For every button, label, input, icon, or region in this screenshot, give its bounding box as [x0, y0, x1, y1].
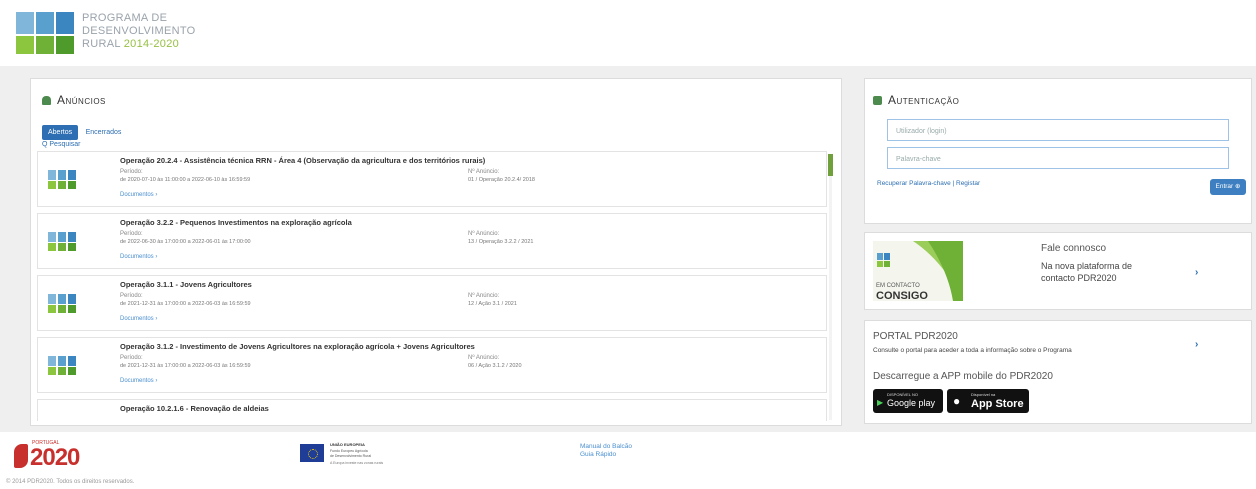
contact-caption-1: EM CONTACTO [876, 283, 920, 289]
google-play-label: Google play [887, 398, 936, 408]
tab-closed[interactable]: Encerrados [83, 125, 125, 140]
contact-image: EM CONTACTO CONSIGO [873, 241, 963, 302]
contact-title: Fale connosco [1041, 243, 1107, 254]
list-item[interactable]: Operação 3.2.2 - Pequenos Investimentos … [37, 213, 827, 269]
number-label: Nº Anúncio: [468, 355, 500, 361]
eu-flag-icon [300, 444, 324, 462]
apple-icon: ● [953, 394, 961, 408]
authentication-title-text: Autenticação [888, 93, 960, 107]
google-play-button[interactable]: ▶ DISPONÍVEL NO Google play [873, 389, 943, 413]
documents-link[interactable]: Documentos › [120, 378, 157, 384]
announcements-panel: Anúncios Abertos Encerrados Q Pesquisar … [30, 78, 842, 426]
portal-title[interactable]: PORTAL PDR2020 [873, 331, 958, 342]
copyright-text: © 2014 PDR2020. Todos os direitos reserv… [6, 479, 135, 485]
chevron-right-icon[interactable]: › [1195, 339, 1198, 350]
authentication-panel: Autenticação Utilizador (login) Palavra-… [864, 78, 1252, 224]
pdr-thumb-icon [48, 170, 76, 189]
authentication-title: Autenticação [873, 93, 959, 107]
announcement-title[interactable]: Operação 3.1.1 - Jovens Agricultores [120, 280, 252, 289]
recover-register-link[interactable]: Recuperar Palavra-chave | Registar [877, 180, 980, 187]
list-item[interactable]: Operação 3.1.2 - Investimento de Jovens … [37, 337, 827, 393]
number-value: 13 / Operação 3.2.2 / 2021 [468, 239, 534, 245]
app-title: Descarregue a APP mobile do PDR2020 [873, 371, 1053, 382]
period-value: de 2021-12-31 às 17:00:00 a 2022-06-03 à… [120, 301, 251, 307]
number-label: Nº Anúncio: [468, 231, 500, 237]
number-label: Nº Anúncio: [468, 169, 500, 175]
contact-caption-2: CONSIGO [876, 290, 928, 302]
contact-line-1: Na nova plataforma de [1041, 261, 1133, 271]
bell-icon [42, 96, 51, 105]
manual-link[interactable]: Manual do Balcão [580, 443, 632, 451]
number-value: 06 / Ação 3.1.2 / 2020 [468, 363, 522, 369]
scrollbar-thumb[interactable] [828, 154, 833, 176]
play-icon: ▶ [877, 398, 884, 407]
eu-label: UNIÃO EUROPEIA [330, 442, 365, 447]
portal-desc: Consulte o portal para aceder a toda a i… [873, 347, 1072, 354]
number-label: Nº Anúncio: [468, 293, 500, 299]
search-link[interactable]: Q Pesquisar [42, 141, 81, 148]
list-item[interactable]: Operação 10.2.1.6 - Renovação de aldeias [37, 399, 827, 421]
documents-link[interactable]: Documentos › [120, 192, 157, 198]
period-label: Período: [120, 355, 143, 361]
eu-sub-2: de Desenvolvimento Rural [330, 454, 372, 458]
scrollbar-track[interactable] [829, 154, 832, 420]
announcements-title: Anúncios [42, 93, 106, 107]
period-label: Período: [120, 169, 143, 175]
pdr-thumb-icon [48, 356, 76, 375]
announcement-title[interactable]: Operação 3.2.2 - Pequenos Investimentos … [120, 218, 352, 227]
logo-line-3: RURAL [82, 38, 124, 50]
announcement-title[interactable]: Operação 3.1.2 - Investimento de Jovens … [120, 342, 475, 351]
site-header: PROGRAMA DE DESENVOLVIMENTO RURAL 2014-2… [0, 0, 1256, 66]
announcements-list[interactable]: Operação 20.2.4 - Assistência técnica RR… [37, 151, 827, 421]
period-value: de 2022-06-30 às 17:00:00 a 2022-06-01 à… [120, 239, 251, 245]
logo-line-1: PROGRAMA DE [82, 12, 168, 24]
portugal-year: 2020 [30, 444, 80, 471]
number-value: 12 / Ação 3.1 / 2021 [468, 301, 517, 307]
documents-link[interactable]: Documentos › [120, 254, 157, 260]
eu-sub-1: Fundo Europeu Agrícola [330, 449, 368, 453]
period-label: Período: [120, 293, 143, 299]
documents-link[interactable]: Documentos › [120, 316, 157, 322]
portal-panel: PORTAL PDR2020 Consulte o portal para ac… [864, 320, 1252, 424]
portugal-2020-logo[interactable]: PORTUGAL 2020 [14, 438, 124, 474]
number-value: 01 / Operação 20.2.4/ 2018 [468, 177, 535, 183]
logo-text: PROGRAMA DE DESENVOLVIMENTO RURAL 2014-2… [82, 12, 196, 51]
eu-logo[interactable]: UNIÃO EUROPEIA Fundo Europeu Agrícola de… [300, 440, 410, 470]
app-store-small: Disponível na [971, 392, 996, 397]
google-play-small: DISPONÍVEL NO [887, 392, 918, 397]
app-store-button[interactable]: ● Disponível na App Store [947, 389, 1029, 413]
logo-line-2: DESENVOLVIMENTO [82, 25, 196, 37]
flag-icon [14, 444, 28, 468]
pdr-thumb-icon [48, 294, 76, 313]
period-value: de 2021-12-31 às 17:00:00 a 2022-06-03 à… [120, 363, 251, 369]
app-store-label: App Store [971, 398, 1024, 410]
announcements-title-text: Anúncios [57, 93, 106, 107]
announcement-title[interactable]: Operação 20.2.4 - Assistência técnica RR… [120, 156, 485, 165]
lock-icon [873, 96, 882, 105]
contact-line-2: contacto PDR2020 [1041, 273, 1117, 283]
tab-open[interactable]: Abertos [42, 125, 79, 140]
password-field[interactable]: Palavra-chave [887, 147, 1229, 169]
announcement-title[interactable]: Operação 10.2.1.6 - Renovação de aldeias [120, 404, 269, 413]
list-item[interactable]: Operação 3.1.1 - Jovens Agricultores Per… [37, 275, 827, 331]
list-item[interactable]: Operação 20.2.4 - Assistência técnica RR… [37, 151, 827, 207]
period-label: Período: [120, 231, 143, 237]
logo-years: 2014-2020 [123, 38, 180, 50]
period-value: de 2020-07-10 às 11:00:00 a 2022-06-10 à… [120, 177, 251, 183]
login-button[interactable]: Entrar ⊕ [1210, 179, 1246, 195]
chevron-right-icon[interactable]: › [1195, 267, 1198, 278]
eu-sub-3: A Europa investe nas zonas rurais [330, 461, 384, 465]
username-field[interactable]: Utilizador (login) [887, 119, 1229, 141]
pdr2020-logo[interactable] [14, 10, 78, 56]
contact-panel[interactable]: EM CONTACTO CONSIGO Fale connosco Na nov… [864, 232, 1252, 310]
announcements-tabs: Abertos Encerrados [42, 121, 124, 140]
pdr-thumb-icon [48, 232, 76, 251]
guide-link[interactable]: Guia Rápido [580, 451, 632, 459]
footer-links: Manual do Balcão Guia Rápido [580, 443, 632, 459]
